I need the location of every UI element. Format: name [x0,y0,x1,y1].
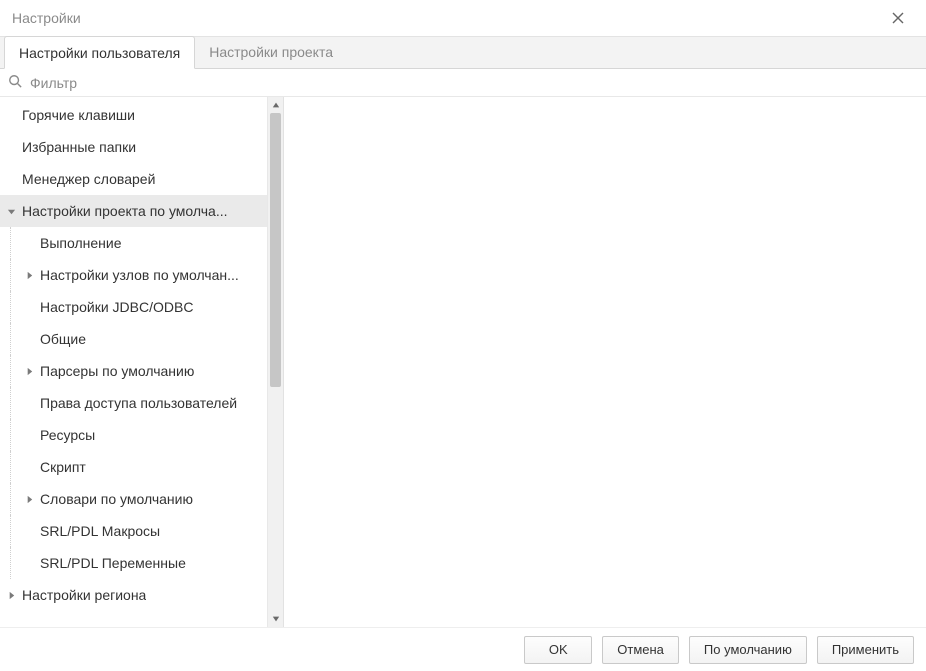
scrollbar-thumb[interactable] [270,113,281,387]
tree-item-label: SRL/PDL Макросы [40,523,160,539]
chevron-down-icon[interactable] [4,204,18,218]
tree-item-label: Ресурсы [40,427,95,443]
dialog-footer: OK Отмена По умолчанию Применить [0,627,926,671]
filter-input[interactable] [28,74,228,92]
tree-item-jdbc-odbc[interactable]: Настройки JDBC/ODBC [0,291,267,323]
tree-item-label: Права доступа пользователей [40,395,237,411]
tree-item-hotkeys[interactable]: Горячие клавиши [0,99,267,131]
tree-item-label: Горячие клавиши [22,107,135,123]
chevron-right-icon[interactable] [22,268,36,282]
tree-item-region-settings[interactable]: Настройки региона [0,579,267,611]
scroll-down-arrow-icon[interactable] [268,611,283,627]
titlebar: Настройки [0,0,926,36]
settings-tree: Горячие клавиши Избранные папки Менеджер… [0,97,267,627]
tree-item-srl-pdl-variables[interactable]: SRL/PDL Переменные [0,547,267,579]
tree-item-default-project-settings[interactable]: Настройки проекта по умолча... [0,195,267,227]
cancel-button[interactable]: Отмена [602,636,679,664]
close-button[interactable] [882,2,914,34]
tree-item-label: Настройки проекта по умолча... [22,203,228,219]
apply-button[interactable]: Применить [817,636,914,664]
tab-project-settings[interactable]: Настройки проекта [195,35,347,68]
tab-label: Настройки пользователя [19,45,180,61]
chevron-right-icon[interactable] [22,364,36,378]
tree-item-user-access[interactable]: Права доступа пользователей [0,387,267,419]
button-label: OK [549,642,568,657]
default-button[interactable]: По умолчанию [689,636,807,664]
tree-item-favorite-folders[interactable]: Избранные папки [0,131,267,163]
tree-item-label: Настройки JDBC/ODBC [40,299,193,315]
tree-item-default-dictionaries[interactable]: Словари по умолчанию [0,483,267,515]
button-label: Применить [832,642,899,657]
tree-item-resources[interactable]: Ресурсы [0,419,267,451]
tree-item-script[interactable]: Скрипт [0,451,267,483]
filterbar [0,69,926,97]
ok-button[interactable]: OK [524,636,592,664]
tree-item-label: Избранные папки [22,139,136,155]
tree-item-default-parsers[interactable]: Парсеры по умолчанию [0,355,267,387]
chevron-right-icon[interactable] [22,492,36,506]
search-icon [8,74,22,91]
sidebar-scrollbar[interactable] [267,97,283,627]
window-title: Настройки [12,10,882,26]
tree-item-label: Парсеры по умолчанию [40,363,194,379]
tree-item-general[interactable]: Общие [0,323,267,355]
button-label: Отмена [617,642,664,657]
tree-item-label: Настройки региона [22,587,146,603]
scrollbar-track[interactable] [268,113,283,611]
tree-item-execution[interactable]: Выполнение [0,227,267,259]
tab-label: Настройки проекта [209,44,333,60]
tree-item-label: Настройки узлов по умолчан... [40,267,239,283]
tree-item-label: Общие [40,331,86,347]
scroll-up-arrow-icon[interactable] [268,97,283,113]
tree-item-default-node-settings[interactable]: Настройки узлов по умолчан... [0,259,267,291]
tabbar: Настройки пользователя Настройки проекта [0,36,926,69]
tree-item-label: Менеджер словарей [22,171,155,187]
content-panel [284,97,926,627]
tree-item-label: SRL/PDL Переменные [40,555,186,571]
button-label: По умолчанию [704,642,792,657]
tree-item-label: Словари по умолчанию [40,491,193,507]
tab-user-settings[interactable]: Настройки пользователя [4,36,195,69]
tree-item-dictionary-manager[interactable]: Менеджер словарей [0,163,267,195]
tree-item-label: Скрипт [40,459,86,475]
tree-item-srl-pdl-macros[interactable]: SRL/PDL Макросы [0,515,267,547]
tree-item-label: Выполнение [40,235,121,251]
close-icon [892,12,904,24]
sidebar: Горячие клавиши Избранные папки Менеджер… [0,97,284,627]
chevron-right-icon[interactable] [4,588,18,602]
